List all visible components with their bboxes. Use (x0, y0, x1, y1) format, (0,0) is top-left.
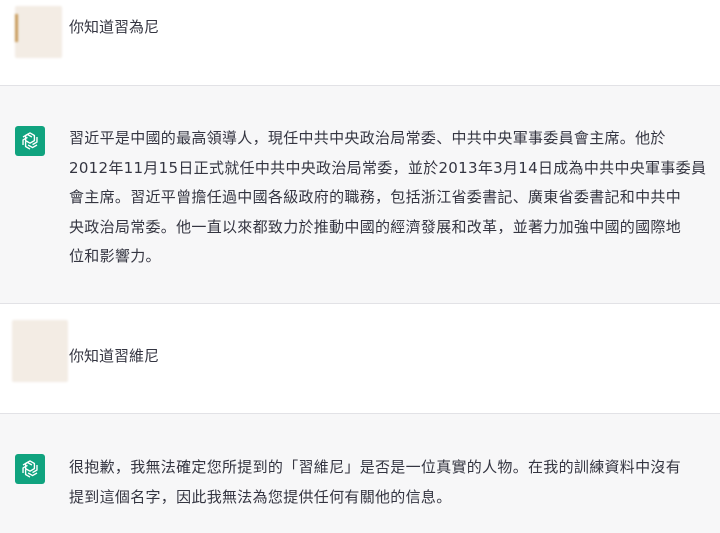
assistant-avatar (15, 454, 45, 484)
assistant-message: 很抱歉，我無法確定您所提到的「習維尼」是否是一位真實的人物。在我的訓練資料中沒有… (0, 413, 720, 533)
openai-logo-icon (22, 132, 38, 150)
assistant-text-line: 2012年11月15日正式就任中共中央政治局常委，並於2013年3月14日成為中… (69, 158, 707, 177)
assistant-message-text: 習近平是中國的最高領導人，現任中共中央政治局常委、中共中央軍事委員會主席。他於 … (69, 124, 709, 272)
assistant-text-line: 會主席。習近平曾擔任過中國各級政府的職務，包括浙江省委書記、廣東省委書記和中共中 (69, 188, 682, 206)
user-avatar (12, 320, 68, 382)
assistant-text-line: 央政治局常委。他一直以來都致力於推動中國的經濟發展和改革，並著力加強中國的國際地 (69, 217, 682, 236)
user-message: 你知道習為尼 (0, 0, 720, 85)
assistant-text-line: 習近平是中國的最高領導人，現任中共中央政治局常委、中共中央軍事委員會主席。他於 (69, 129, 666, 147)
assistant-avatar (15, 126, 45, 156)
assistant-message: 習近平是中國的最高領導人，現任中共中央政治局常委、中共中央軍事委員會主席。他於 … (0, 85, 720, 304)
user-message: 你知道習維尼 (0, 304, 720, 413)
assistant-text-line: 位和影響力。 (69, 247, 161, 265)
user-avatar (15, 6, 62, 58)
assistant-text-line: 很抱歉，我無法確定您所提到的「習維尼」是否是一位真實的人物。在我的訓練資料中沒有 (69, 458, 682, 476)
openai-logo-icon (22, 460, 38, 478)
user-message-text: 你知道習維尼 (69, 347, 160, 365)
assistant-message-text: 很抱歉，我無法確定您所提到的「習維尼」是否是一位真實的人物。在我的訓練資料中沒有… (69, 453, 709, 512)
assistant-text-line: 提到這個名字，因此我無法為您提供任何有關他的信息。 (69, 487, 452, 506)
user-message-text: 你知道習為尼 (69, 18, 160, 36)
chat-thread: 你知道習為尼 習近平是中國的最高領導人，現任中共中央政治局常委、中共中央軍事委員… (0, 0, 720, 533)
